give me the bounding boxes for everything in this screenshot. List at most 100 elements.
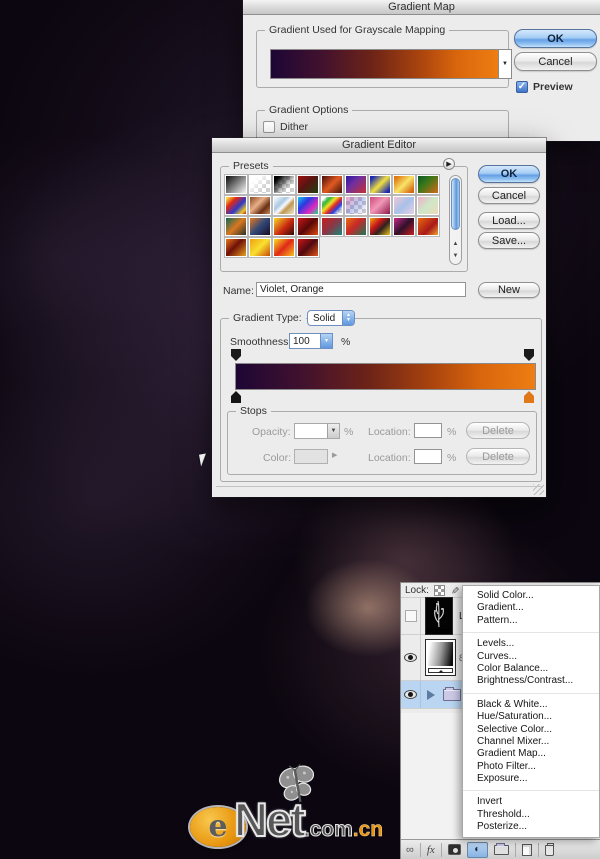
- gradient-preset-10[interactable]: [249, 196, 271, 215]
- menu-separator: [463, 688, 599, 699]
- menu-item-posterize[interactable]: Posterize...: [463, 821, 599, 833]
- preview-checkbox[interactable]: ✓: [516, 81, 528, 93]
- gradient-preset-19[interactable]: [249, 217, 271, 236]
- gradient-preset-11[interactable]: [273, 196, 295, 215]
- link-layers-icon[interactable]: ∞: [406, 844, 414, 856]
- editor-ok-button[interactable]: OK: [478, 165, 540, 183]
- gradient-editor-titlebar[interactable]: Gradient Editor: [212, 138, 546, 153]
- gradient-preview-fill[interactable]: [271, 50, 498, 78]
- menu-item-levels[interactable]: Levels...: [463, 638, 599, 650]
- scroll-up-button[interactable]: ▲: [450, 238, 461, 250]
- lock-transparency-icon[interactable]: [434, 585, 445, 596]
- gradient-preset-4[interactable]: [321, 175, 343, 194]
- menu-item-gradient-map[interactable]: Gradient Map...: [463, 748, 599, 760]
- menu-item-selective-color[interactable]: Selective Color...: [463, 724, 599, 736]
- gradient-preset-20[interactable]: [273, 217, 295, 236]
- new-adjustment-layer-button[interactable]: ◐: [467, 842, 488, 858]
- visibility-cell[interactable]: [401, 635, 421, 680]
- visibility-cell[interactable]: [401, 598, 421, 634]
- new-group-icon[interactable]: [494, 845, 509, 855]
- name-input[interactable]: [256, 282, 466, 297]
- gradient-preset-22[interactable]: [321, 217, 343, 236]
- gradient-preset-27[interactable]: [225, 238, 247, 257]
- menu-item-photo-filter[interactable]: Photo Filter...: [463, 761, 599, 773]
- gradient-preset-0[interactable]: [225, 175, 247, 194]
- gradient-preset-23[interactable]: [345, 217, 367, 236]
- delete-layer-trash-icon[interactable]: [545, 845, 554, 856]
- menu-item-pattern[interactable]: Pattern...: [463, 615, 599, 627]
- menu-item-brightness-contrast[interactable]: Brightness/Contrast...: [463, 675, 599, 687]
- opacity-stop-right[interactable]: [524, 349, 534, 361]
- gradient-preset-15[interactable]: [369, 196, 391, 215]
- menu-item-black-white[interactable]: Black & White...: [463, 699, 599, 711]
- menu-item-channel-mixer[interactable]: Channel Mixer...: [463, 736, 599, 748]
- new-button[interactable]: New: [478, 282, 540, 298]
- scroll-down-button[interactable]: ▼: [450, 250, 461, 262]
- gradient-preset-28[interactable]: [249, 238, 271, 257]
- add-layer-mask-icon[interactable]: [448, 844, 461, 855]
- expand-triangle-icon[interactable]: [427, 690, 435, 700]
- gradient-preset-3[interactable]: [297, 175, 319, 194]
- dither-checkbox[interactable]: [263, 121, 275, 133]
- smoothness-dropdown-icon[interactable]: ▼: [320, 334, 332, 348]
- eye-icon[interactable]: [404, 653, 417, 662]
- gradient-preset-2[interactable]: [273, 175, 295, 194]
- gradient-preview-strip[interactable]: ▼: [270, 49, 512, 79]
- menu-item-hue-saturation[interactable]: Hue/Saturation...: [463, 711, 599, 723]
- gradient-preset-7[interactable]: [393, 175, 415, 194]
- gradient-preset-21[interactable]: [297, 217, 319, 236]
- visibility-empty-well[interactable]: [405, 610, 417, 622]
- gradient-preset-25[interactable]: [393, 217, 415, 236]
- save-button[interactable]: Save...: [478, 232, 540, 249]
- menu-item-solid-color[interactable]: Solid Color...: [463, 590, 599, 602]
- menu-item-invert[interactable]: Invert: [463, 796, 599, 808]
- gradient-preset-12[interactable]: [297, 196, 319, 215]
- visibility-cell[interactable]: [401, 681, 421, 708]
- gradient-preset-5[interactable]: [345, 175, 367, 194]
- gradient-map-layer-thumbnail[interactable]: [425, 639, 456, 676]
- gradient-preset-13[interactable]: [321, 196, 343, 215]
- gradient-preset-14[interactable]: [345, 196, 367, 215]
- editor-cancel-button[interactable]: Cancel: [478, 187, 540, 204]
- gradient-picker-dropdown-arrow[interactable]: ▼: [498, 50, 511, 78]
- group-folder-icon[interactable]: [443, 689, 461, 701]
- gradient-preset-6[interactable]: [369, 175, 391, 194]
- menu-item-color-balance[interactable]: Color Balance...: [463, 663, 599, 675]
- gradient-preset-24[interactable]: [369, 217, 391, 236]
- menu-item-threshold[interactable]: Threshold...: [463, 809, 599, 821]
- new-layer-icon[interactable]: [522, 844, 532, 856]
- opacity-stop-left[interactable]: [231, 349, 241, 361]
- gradient-map-cancel-button[interactable]: Cancel: [514, 52, 597, 71]
- eye-icon[interactable]: [404, 690, 417, 699]
- layer-style-fx-icon[interactable]: fx: [427, 844, 435, 856]
- menu-item-gradient[interactable]: Gradient...: [463, 602, 599, 614]
- color-stop-right[interactable]: [524, 391, 534, 403]
- presets-scrollbar-thumb[interactable]: [451, 178, 460, 230]
- gradient-edit-bar[interactable]: [235, 363, 536, 390]
- lock-paint-icon[interactable]: ✎: [449, 586, 460, 594]
- opacity-dropdown-icon: ▼: [327, 424, 339, 438]
- gradient-preset-17[interactable]: [417, 196, 439, 215]
- gradient-preset-9[interactable]: [225, 196, 247, 215]
- color-stop-left[interactable]: [231, 391, 241, 403]
- gradient-map-titlebar[interactable]: Gradient Map: [243, 0, 600, 15]
- gradient-preset-16[interactable]: [393, 196, 415, 215]
- menu-item-exposure[interactable]: Exposure...: [463, 773, 599, 785]
- gradient-preset-26[interactable]: [417, 217, 439, 236]
- smoothness-combo[interactable]: ▼: [289, 333, 333, 349]
- gradient-map-ok-button[interactable]: OK: [514, 29, 597, 48]
- presets-flyout-menu-button[interactable]: ▶: [443, 158, 455, 170]
- gradient-preset-29[interactable]: [273, 238, 295, 257]
- resize-grip[interactable]: [533, 484, 544, 495]
- gradient-preset-30[interactable]: [297, 238, 319, 257]
- gradient-options-group: Gradient Options Dither: [256, 110, 509, 140]
- load-button[interactable]: Load...: [478, 212, 540, 229]
- gradient-type-select[interactable]: Solid ▲▼: [307, 310, 355, 326]
- gradient-preset-8[interactable]: [417, 175, 439, 194]
- gradient-preset-1[interactable]: [249, 175, 271, 194]
- smoothness-input[interactable]: [290, 334, 320, 348]
- presets-scrollbar[interactable]: ▲ ▼: [449, 175, 462, 265]
- gradient-preset-18[interactable]: [225, 217, 247, 236]
- menu-item-curves[interactable]: Curves...: [463, 651, 599, 663]
- plant-layer-thumbnail[interactable]: [425, 597, 453, 635]
